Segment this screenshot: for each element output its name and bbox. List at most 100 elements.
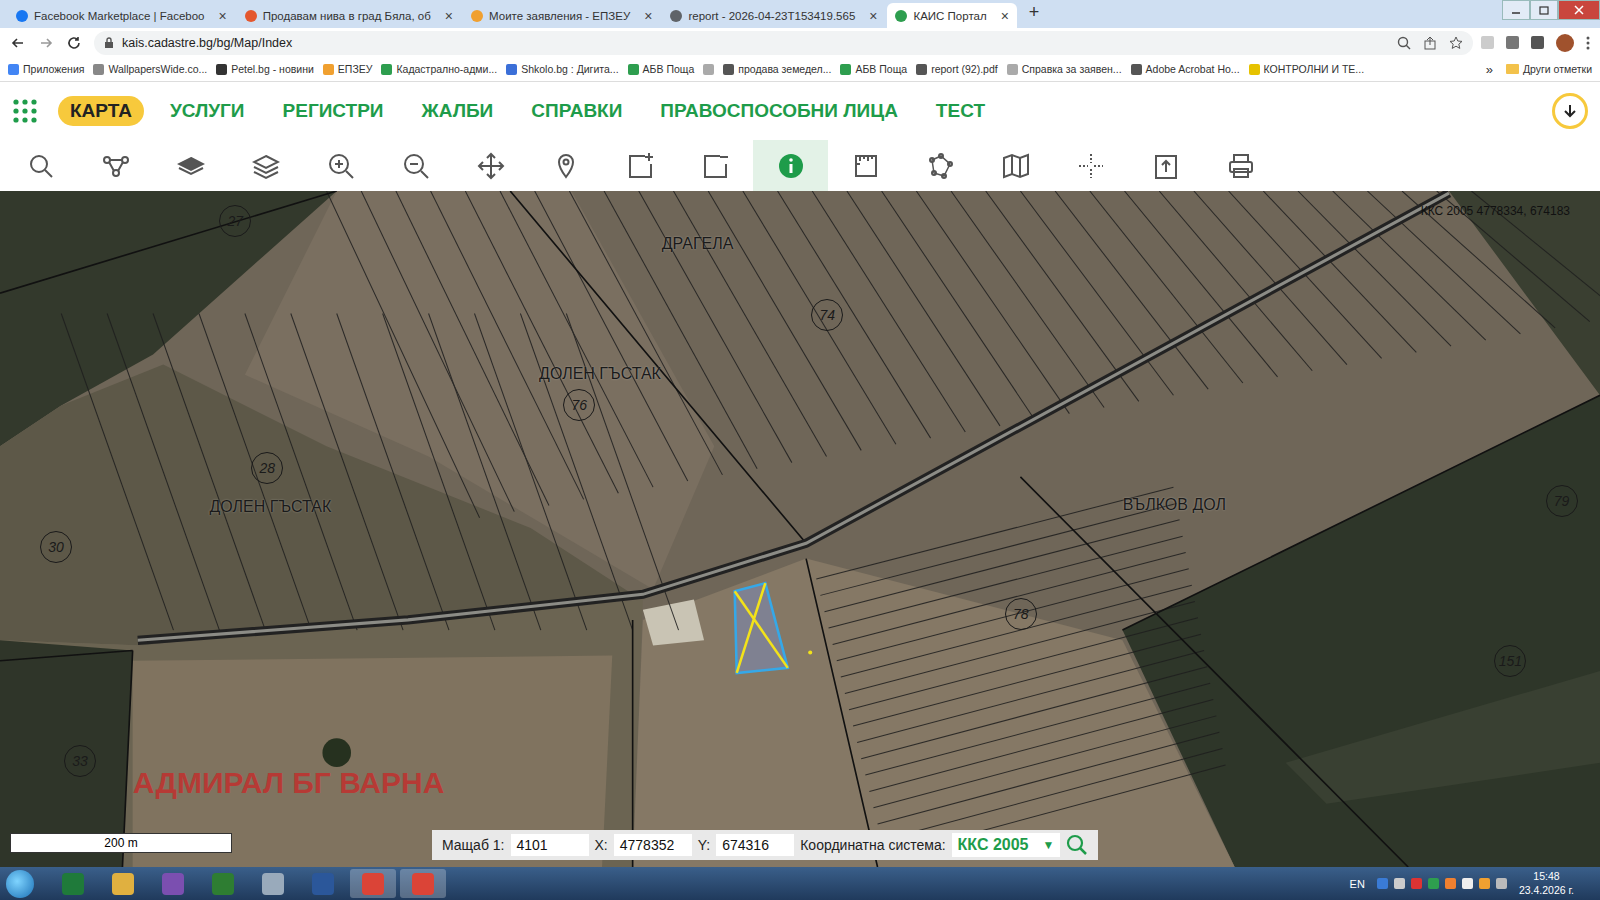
x-field[interactable]: 4778352 (614, 834, 692, 856)
profile-avatar-icon[interactable] (1556, 34, 1574, 52)
tool-button[interactable] (303, 140, 378, 191)
reload-icon[interactable] (66, 35, 82, 51)
nav-item[interactable]: ЖАЛБИ (410, 96, 506, 126)
tool-button[interactable] (228, 140, 303, 191)
taskbar-app[interactable] (350, 869, 396, 898)
tab-close-button[interactable]: × (861, 8, 877, 24)
tool-button[interactable] (1053, 140, 1128, 191)
tool-button[interactable] (978, 140, 1053, 191)
tab-close-button[interactable]: × (636, 8, 652, 24)
share-icon[interactable] (1423, 36, 1437, 50)
app-nav: КАРТА УСЛУГИ РЕГИСТРИ ЖАЛБИ СПРАВКИ ПРАВОСПОС… (0, 82, 1600, 140)
other-bookmarks[interactable]: Други отметки (1506, 63, 1592, 75)
bookmark[interactable]: продава земедел... (723, 63, 831, 75)
taskbar-app[interactable] (100, 869, 146, 898)
search-coordinates-icon[interactable] (1066, 834, 1088, 856)
map-view[interactable]: ККС 2005 4778334, 67418327ДРАГЕЛА74ДОЛЕН… (0, 191, 1600, 867)
star-icon[interactable] (1449, 36, 1463, 50)
tray-icons (1377, 878, 1507, 889)
parcel-number-label: 33 (64, 745, 96, 777)
search-icon (27, 152, 55, 180)
bookmark[interactable]: АБВ Поща (628, 63, 695, 75)
taskbar-app[interactable] (250, 869, 296, 898)
bookmark[interactable]: КОНТРОЛНИ И ТЕ... (1249, 63, 1365, 75)
taskbar-app[interactable] (400, 869, 446, 898)
minimize-button[interactable] (1502, 0, 1530, 20)
close-window-button[interactable] (1558, 0, 1600, 20)
start-button[interactable] (6, 870, 34, 898)
tab-bar: Facebook Marketplace | Faceboo×Продавам … (0, 0, 1600, 28)
tool-button[interactable] (603, 140, 678, 191)
tool-button[interactable] (378, 140, 453, 191)
back-icon[interactable] (10, 35, 26, 51)
tool-button[interactable] (3, 140, 78, 191)
bookmark-icon (8, 64, 19, 75)
scale-field[interactable]: 4101 (511, 834, 589, 856)
restore-button[interactable] (1530, 0, 1558, 20)
crs-select[interactable]: ККС 2005▼ (952, 833, 1061, 857)
forward-icon[interactable] (38, 35, 54, 51)
tab-close-button[interactable]: × (210, 8, 226, 24)
tool-button[interactable] (78, 140, 153, 191)
taskbar-app[interactable] (50, 869, 96, 898)
map-toolbar (0, 140, 1600, 191)
browser-tab[interactable]: Продавам нива в град Бяла, об× (237, 3, 461, 28)
bookmark[interactable]: Кадастрално-адми... (381, 63, 497, 75)
tool-button[interactable] (528, 140, 603, 191)
lock-icon (104, 37, 114, 49)
browser-tab[interactable]: report - 2026-04-23T153419.565× (662, 3, 885, 28)
nav-item[interactable]: ПРАВОСПОСОБНИ ЛИЦА (648, 96, 910, 126)
bookmark[interactable]: report (92).pdf (916, 63, 998, 75)
new-tab-button[interactable]: + (1019, 2, 1050, 26)
tool-button[interactable] (1203, 140, 1278, 191)
bookmark[interactable]: АБВ Поща (840, 63, 907, 75)
tool-button[interactable] (753, 140, 828, 191)
tool-button[interactable] (903, 140, 978, 191)
browser-tab[interactable]: КАИС Портал× (887, 3, 1016, 28)
puzzle-icon[interactable] (1506, 36, 1519, 49)
download-button[interactable] (1552, 93, 1588, 129)
nav-item[interactable]: РЕГИСТРИ (271, 96, 396, 126)
bookmark[interactable]: Adobe Acrobat Ho... (1131, 63, 1240, 75)
app-icon (362, 873, 384, 895)
taskbar-app[interactable] (200, 869, 246, 898)
nav-item[interactable]: СПРАВКИ (519, 96, 634, 126)
tool-button[interactable] (453, 140, 528, 191)
y-field[interactable]: 674316 (716, 834, 794, 856)
bookmark[interactable]: Приложения (8, 63, 84, 75)
sidebar-icon[interactable] (1531, 36, 1544, 49)
nav-item[interactable]: КАРТА (58, 96, 144, 126)
info-icon (777, 152, 805, 180)
language-indicator[interactable]: EN (1350, 878, 1365, 890)
taskbar-app[interactable] (300, 869, 346, 898)
browser-tab[interactable]: Моите заявления - ЕПЗЕУ× (463, 3, 660, 28)
bookmark[interactable]: Справка за заявен... (1007, 63, 1122, 75)
tool-button[interactable] (828, 140, 903, 191)
zoom-icon[interactable] (1397, 36, 1411, 50)
scale-bar: 200 m (10, 833, 232, 853)
taskbar-app[interactable] (150, 869, 196, 898)
tab-close-button[interactable]: × (437, 8, 453, 24)
bookmark[interactable]: ЕПЗЕУ (323, 63, 373, 75)
menu-icon[interactable] (1586, 36, 1590, 50)
tab-close-button[interactable]: × (993, 8, 1009, 24)
bookmark[interactable]: Shkolo.bg : Дигита... (506, 63, 618, 75)
bookmark[interactable]: Petel.bg - новини (216, 63, 314, 75)
layers-fill-icon (177, 152, 205, 180)
bookmark[interactable] (703, 64, 714, 75)
bookmark-icon (628, 64, 639, 75)
nav-item[interactable]: УСЛУГИ (158, 96, 257, 126)
tool-button[interactable] (153, 140, 228, 191)
tool-button[interactable] (678, 140, 753, 191)
extension-icon[interactable] (1481, 36, 1494, 49)
url-field[interactable]: kais.cadastre.bg/bg/Map/Index (94, 31, 1473, 55)
browser-tab[interactable]: Facebook Marketplace | Faceboo× (8, 3, 235, 28)
nav-item[interactable]: ТЕСТ (924, 96, 997, 126)
clock[interactable]: 15:4823.4.2026 г. (1519, 870, 1594, 896)
favicon-icon (245, 10, 257, 22)
apps-grid-icon[interactable] (12, 98, 38, 124)
measure-icon (852, 152, 880, 180)
tool-button[interactable] (1128, 140, 1203, 191)
more-bookmarks[interactable]: » (1486, 62, 1493, 77)
bookmark[interactable]: WallpapersWide.co... (93, 63, 207, 75)
